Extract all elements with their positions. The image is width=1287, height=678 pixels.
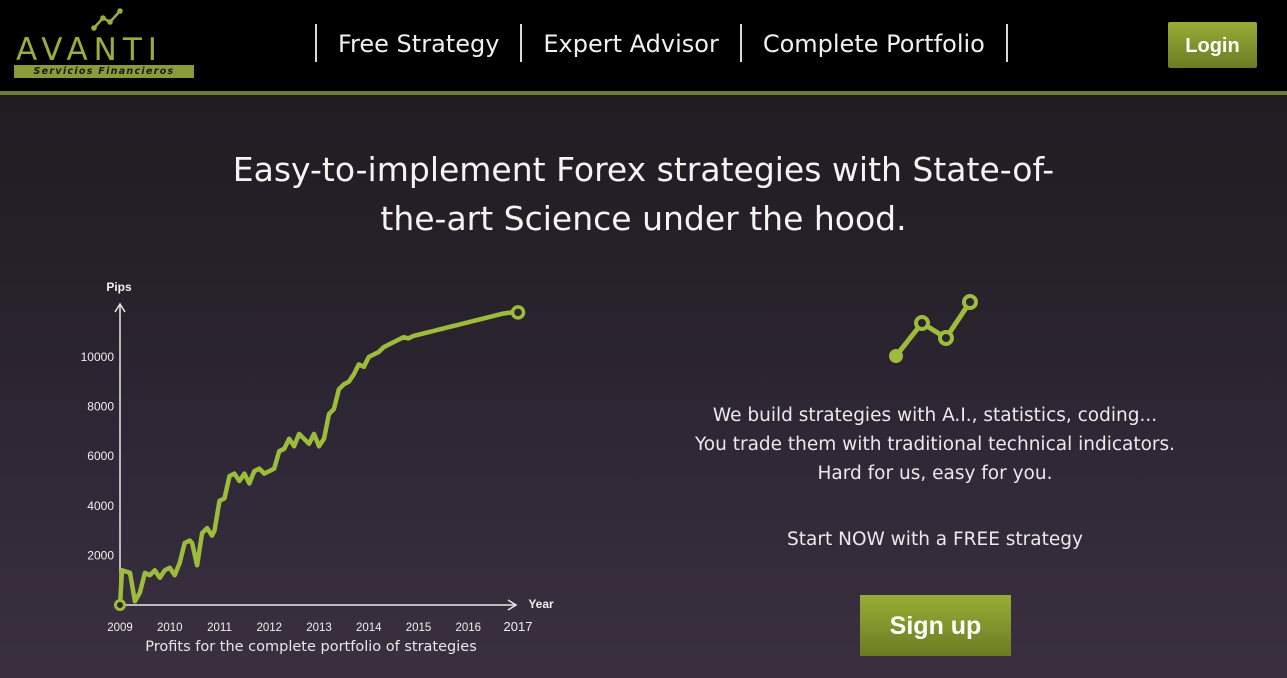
x-tick-label: 2014 [356,622,382,634]
x-tick-label: 2009 [107,622,133,634]
y-axis-title: Pips [106,280,132,294]
x-tick-label: 2010 [157,622,183,634]
nav-complete-portfolio[interactable]: Complete Portfolio [739,24,1008,62]
brand-logo[interactable]: AVANTI Servicios Financieros [14,4,196,80]
hero-headline-line1: Easy-to-implement Forex strategies with … [232,150,1055,189]
site-header: AVANTI Servicios Financieros Free Strate… [0,0,1287,95]
pitch-line: Hard for us, easy for you. [817,463,1053,484]
hero-headline-line2: the-art Science under the hood. [380,199,907,238]
y-tick-label: 10000 [81,350,115,364]
pitch-line: You trade them with traditional technica… [694,434,1176,455]
hero-headline: Easy-to-implement Forex strategies with … [180,145,1107,243]
x-tick-label: 2013 [306,622,332,634]
brand-name: AVANTI [16,32,163,68]
series-start-point [114,599,126,611]
x-tick-label: 2012 [256,622,282,634]
signup-button[interactable]: Sign up [860,595,1011,656]
x-tick-label: 2016 [455,622,481,634]
x-tick-label: 2017 [504,619,533,634]
x-axis-title: Year [528,597,554,611]
pitch-line: We build strategies with A.I., statistic… [712,405,1158,426]
chart-caption: Profits for the complete portfolio of st… [145,639,477,655]
y-tick-label: 6000 [87,449,114,463]
profit-series-line [117,310,521,608]
nav-free-strategy[interactable]: Free Strategy [315,24,520,62]
y-tick-label: 4000 [87,499,114,513]
x-tick-label: 2011 [207,622,232,634]
rising-trend-icon [889,294,978,363]
y-tick-label: 8000 [87,400,114,414]
rising-trend-icon [91,8,123,31]
profit-chart: Pips Year 2000 4000 6000 8000 10000 2009 2010 201… [81,280,554,634]
pitch-text: We build strategies with A.I., statistic… [640,401,1230,488]
login-button[interactable]: Login [1168,22,1257,68]
main-nav: Free Strategy Expert Advisor Complete Po… [315,24,1008,62]
x-tick-label: 2015 [406,622,432,634]
brand-tagline: Servicios Financieros [14,65,194,78]
cta-text: Start NOW with a FREE strategy [787,529,1083,550]
y-tick-label: 2000 [87,548,114,562]
nav-expert-advisor[interactable]: Expert Advisor [520,24,739,62]
series-end-point [510,305,526,320]
